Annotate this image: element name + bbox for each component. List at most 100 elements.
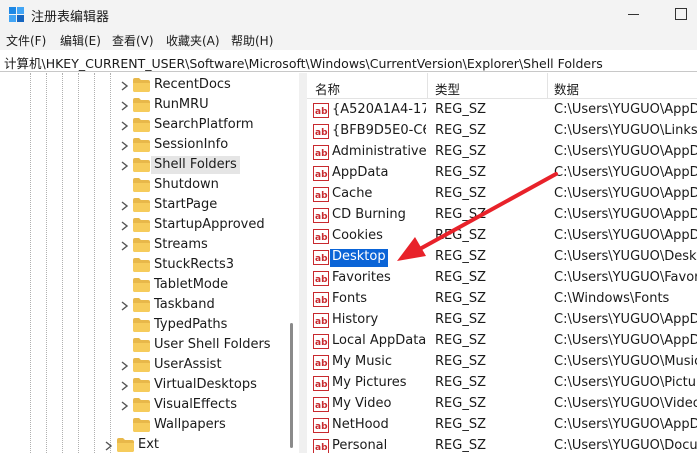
tree-item[interactable]: VirtualDesktops	[0, 375, 299, 395]
address-path[interactable]: 计算机\HKEY_CURRENT_USER\Software\Microsoft…	[4, 53, 603, 72]
value-name: {BFB9D5E0-C6...	[332, 123, 426, 138]
value-row[interactable]: ab Fonts REG_SZ C:\Windows\Fonts	[307, 289, 697, 310]
tree-item-ext[interactable]: Ext	[0, 435, 299, 453]
chevron-right-icon[interactable]	[120, 140, 129, 151]
menu-help[interactable]: 帮助(H)	[231, 32, 273, 49]
tree-item[interactable]: StuckRects3	[0, 255, 299, 275]
column-header-data[interactable]: 数据	[554, 79, 579, 98]
chevron-right-icon[interactable]	[120, 380, 129, 391]
string-value-icon: ab	[313, 376, 329, 391]
values-list-pane[interactable]: 名称 类型 数据 ab {A520A1A4-17... REG_SZ C:\Users…	[307, 73, 697, 453]
value-data: C:\Users\YUGUO\AppDa	[554, 417, 697, 432]
tree-item[interactable]: TypedPaths	[0, 315, 299, 335]
menu-favorites[interactable]: 收藏夹(A)	[166, 32, 220, 49]
tree-item[interactable]: SessionInfo	[0, 135, 299, 155]
value-row[interactable]: ab CD Burning REG_SZ C:\Users\YUGUO\AppDa	[307, 205, 697, 226]
folder-icon	[133, 398, 150, 412]
column-header-type[interactable]: 类型	[435, 79, 460, 98]
value-row[interactable]: ab {BFB9D5E0-C6... REG_SZ C:\Users\YUGUO\Li…	[307, 121, 697, 142]
chevron-right-icon[interactable]	[120, 100, 129, 111]
tree-item[interactable]: User Shell Folders	[0, 335, 299, 355]
tree-item[interactable]: RunMRU	[0, 95, 299, 115]
svg-text:ab: ab	[315, 212, 328, 222]
value-data: C:\Users\YUGUO\AppDa	[554, 312, 697, 327]
value-row[interactable]: ab Cache REG_SZ C:\Users\YUGUO\AppDa	[307, 184, 697, 205]
chevron-right-icon[interactable]	[120, 300, 129, 311]
minimize-button[interactable]	[628, 14, 639, 15]
svg-text:ab: ab	[315, 296, 328, 306]
menu-file[interactable]: 文件(F)	[6, 32, 46, 49]
chevron-right-icon[interactable]	[120, 160, 129, 171]
value-row[interactable]: ab History REG_SZ C:\Users\YUGUO\AppDa	[307, 310, 697, 331]
value-row[interactable]: ab Personal REG_SZ C:\Users\YUGUO\Docum	[307, 436, 697, 453]
value-row[interactable]: ab Favorites REG_SZ C:\Users\YUGUO\Favorit	[307, 268, 697, 289]
tree-item[interactable]: Taskband	[0, 295, 299, 315]
value-row[interactable]: ab My Pictures REG_SZ C:\Users\YUGUO\Pictur…	[307, 373, 697, 394]
column-separator[interactable]	[427, 73, 428, 99]
value-data: C:\Users\YUGUO\AppDa	[554, 102, 697, 117]
chevron-right-icon[interactable]	[120, 200, 129, 211]
svg-text:ab: ab	[315, 317, 328, 327]
value-row[interactable]: ab Cookies REG_SZ C:\Users\YUGUO\AppDa	[307, 226, 697, 247]
tree-item[interactable]: Wallpapers	[0, 415, 299, 435]
tree-scrollbar-thumb[interactable]	[290, 323, 293, 448]
svg-text:ab: ab	[315, 233, 328, 243]
string-value-icon: ab	[313, 397, 329, 412]
pane-splitter[interactable]	[299, 73, 307, 453]
tree-item[interactable]: StartupApproved	[0, 215, 299, 235]
tree-item-label: RunMRU	[154, 97, 209, 112]
tree-item[interactable]: TabletMode	[0, 275, 299, 295]
value-name: CD Burning	[332, 207, 406, 222]
tree-item[interactable]: SearchPlatform	[0, 115, 299, 135]
value-type: REG_SZ	[435, 249, 486, 264]
value-data: C:\Users\YUGUO\AppDa	[554, 144, 697, 159]
tree-item[interactable]: RecentDocs	[0, 75, 299, 95]
value-row[interactable]: ab Administrative ... REG_SZ C:\Users\YUGUO…	[307, 142, 697, 163]
svg-text:ab: ab	[315, 422, 328, 432]
value-name: My Video	[332, 396, 392, 411]
value-data: C:\Users\YUGUO\AppDa	[554, 228, 697, 243]
string-value-icon: ab	[313, 250, 329, 265]
chevron-right-icon[interactable]	[120, 240, 129, 251]
value-name: Cache	[332, 186, 373, 201]
value-type: REG_SZ	[435, 186, 486, 201]
tree-item[interactable]: Streams	[0, 235, 299, 255]
folder-icon	[133, 278, 150, 292]
address-bar[interactable]: 计算机\HKEY_CURRENT_USER\Software\Microsoft…	[0, 50, 697, 72]
chevron-right-icon[interactable]	[120, 400, 129, 411]
tree-item[interactable]: VisualEffects	[0, 395, 299, 415]
chevron-right-icon[interactable]	[120, 80, 129, 91]
chevron-right-icon[interactable]	[120, 120, 129, 131]
tree-item[interactable]: Shutdown	[0, 175, 299, 195]
value-row[interactable]: ab Local AppData REG_SZ C:\Users\YUGUO\AppD…	[307, 331, 697, 352]
column-separator[interactable]	[547, 73, 548, 99]
list-header: 名称 类型 数据	[307, 73, 697, 99]
svg-text:ab: ab	[315, 443, 328, 453]
chevron-right-icon[interactable]	[120, 360, 129, 371]
value-row[interactable]: ab Desktop REG_SZ C:\Users\YUGUO\Deskt	[307, 247, 697, 268]
column-header-name[interactable]: 名称	[315, 79, 340, 98]
value-row[interactable]: ab NetHood REG_SZ C:\Users\YUGUO\AppDa	[307, 415, 697, 436]
registry-editor-icon	[9, 7, 24, 22]
chevron-right-icon[interactable]	[104, 440, 113, 451]
value-name: {A520A1A4-17...	[332, 102, 426, 117]
string-value-icon: ab	[313, 355, 329, 370]
title-bar: 注册表编辑器	[0, 0, 697, 30]
maximize-button[interactable]	[675, 8, 687, 20]
folder-icon	[133, 258, 150, 272]
value-row[interactable]: ab My Music REG_SZ C:\Users\YUGUO\Music	[307, 352, 697, 373]
key-tree-pane[interactable]: RecentDocs RunMRU SearchPlatform SessionInf…	[0, 73, 299, 453]
tree-item[interactable]: UserAssist	[0, 355, 299, 375]
string-value-icon: ab	[313, 124, 329, 139]
value-row[interactable]: ab AppData REG_SZ C:\Users\YUGUO\AppDa	[307, 163, 697, 184]
menu-view[interactable]: 查看(V)	[112, 32, 154, 49]
tree-scrollbar[interactable]	[285, 73, 299, 453]
chevron-right-icon[interactable]	[120, 220, 129, 231]
value-row[interactable]: ab My Video REG_SZ C:\Users\YUGUO\Videos	[307, 394, 697, 415]
string-value-icon: ab	[313, 103, 329, 118]
tree-item[interactable]: Shell Folders	[0, 155, 299, 175]
string-value-icon: ab	[313, 166, 329, 181]
tree-item[interactable]: StartPage	[0, 195, 299, 215]
menu-edit[interactable]: 编辑(E)	[60, 32, 101, 49]
value-row[interactable]: ab {A520A1A4-17... REG_SZ C:\Users\YUGUO\Ap…	[307, 100, 697, 121]
